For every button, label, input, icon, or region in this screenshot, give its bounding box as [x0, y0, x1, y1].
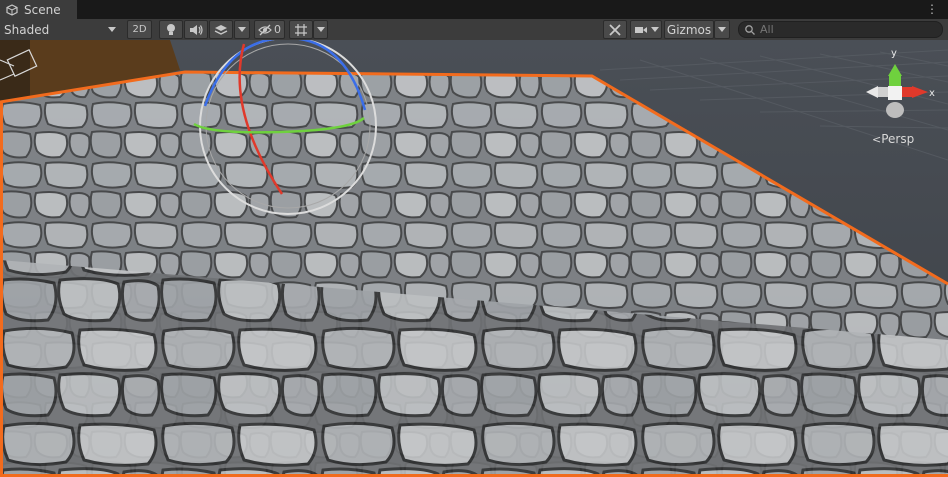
chevron-left-icon: < — [872, 133, 882, 146]
projection-label: Persp — [881, 132, 915, 146]
chevron-down-icon — [718, 27, 726, 32]
chevron-down-icon — [238, 27, 246, 32]
toggle-2d-label: 2D — [132, 24, 147, 35]
scene-search[interactable] — [738, 21, 943, 38]
lighting-toggle-button[interactable] — [159, 20, 183, 39]
grid-icon — [295, 23, 307, 36]
camera-settings-button[interactable] — [630, 20, 662, 39]
chevron-down-icon — [650, 27, 659, 32]
lightbulb-icon — [167, 23, 175, 35]
scene-render[interactable]: y x — [0, 40, 948, 477]
layers-icon — [214, 24, 228, 35]
search-input[interactable] — [760, 23, 940, 36]
chevron-down-icon — [316, 27, 325, 32]
effects-dropdown[interactable] — [234, 20, 250, 39]
effects-toggle-button[interactable] — [209, 20, 233, 39]
audio-toggle-button[interactable] — [184, 20, 208, 39]
grid-snap-button[interactable] — [289, 20, 313, 39]
toggle-2d-button[interactable]: 2D — [127, 20, 152, 39]
axis-x-label: x — [929, 88, 935, 99]
tools-icon — [609, 23, 621, 36]
axis-y-label: y — [891, 48, 897, 59]
gizmos-dropdown[interactable] — [714, 20, 730, 39]
tab-options-menu[interactable]: ⋮ — [926, 2, 938, 16]
axis-center-cube[interactable] — [888, 86, 902, 100]
tab-bar: Scene ⋮ — [0, 0, 948, 19]
hidden-objects-count: 0 — [274, 23, 281, 36]
grid-dropdown[interactable] — [313, 20, 328, 39]
scene-viewport[interactable]: y x <Persp — [0, 40, 948, 477]
scene-visibility-button[interactable]: 0 — [254, 20, 285, 39]
projection-toggle[interactable]: <Persp — [872, 132, 914, 146]
search-icon — [745, 24, 755, 35]
speaker-icon — [190, 24, 203, 35]
tab-scene[interactable]: Scene — [0, 0, 78, 19]
shading-mode-dropdown[interactable]: Shaded — [0, 19, 120, 40]
tools-button[interactable] — [603, 20, 627, 39]
shading-mode-label: Shaded — [4, 22, 50, 37]
camera-icon — [634, 26, 647, 33]
gizmos-label: Gizmos — [666, 22, 712, 37]
hidden-eye-icon — [258, 24, 272, 35]
gizmos-button[interactable]: Gizmos — [664, 20, 714, 39]
tab-scene-label: Scene — [24, 2, 61, 17]
scene-toolbar: Shaded 2D 0 Gizmos All — [0, 19, 948, 41]
chevron-down-icon — [108, 27, 116, 32]
scene-icon — [6, 3, 18, 16]
